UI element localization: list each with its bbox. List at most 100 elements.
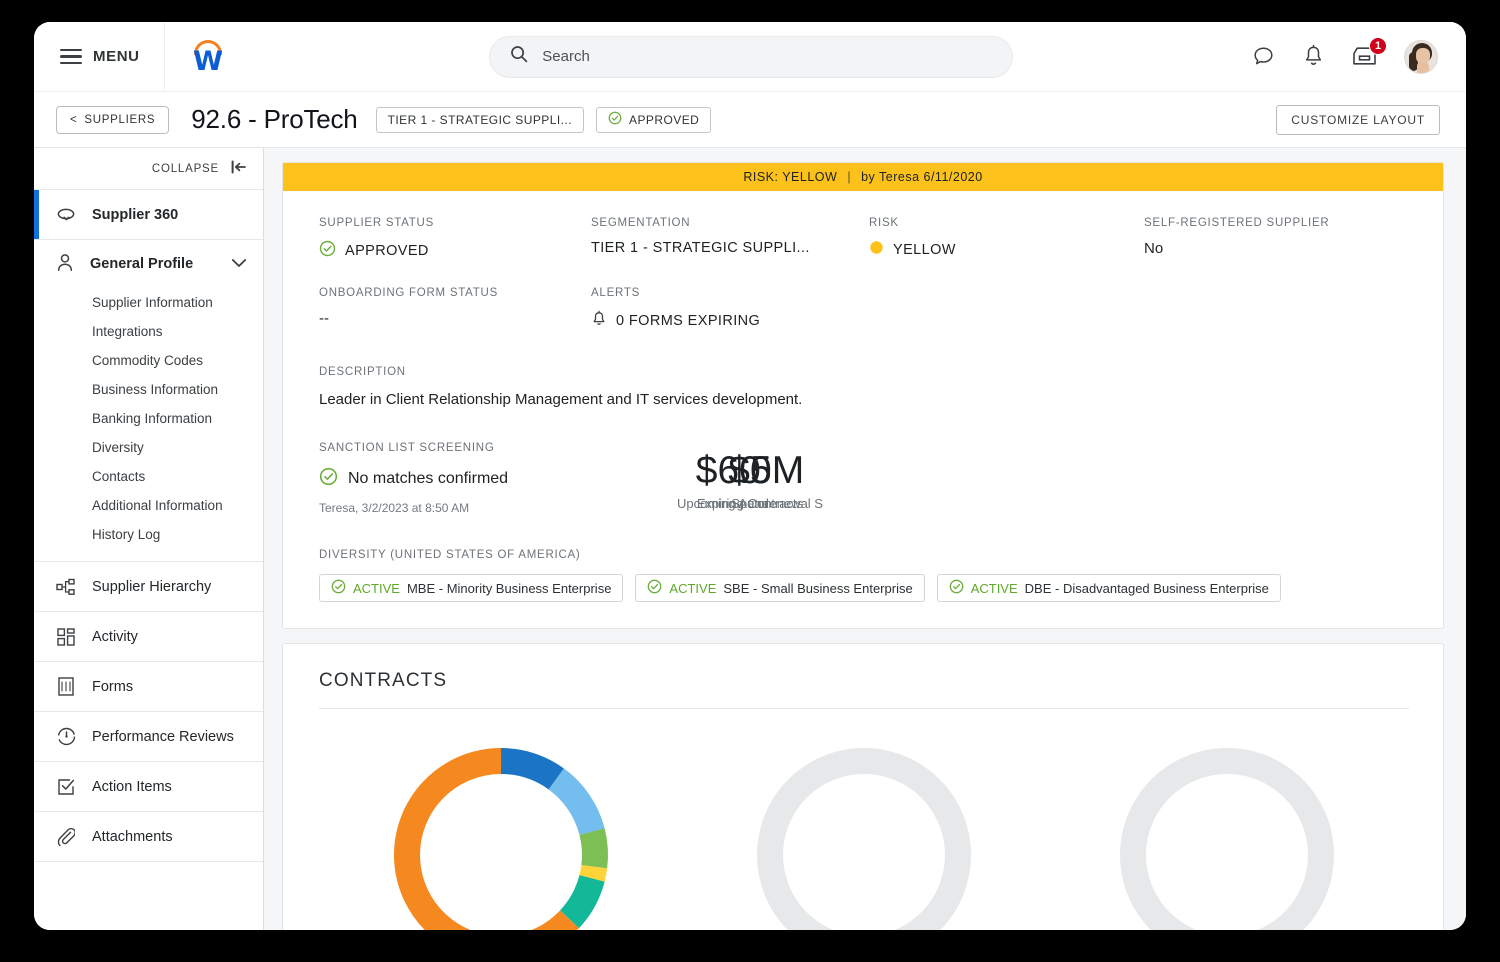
sidebar-group-general-profile[interactable]: General Profile bbox=[34, 240, 263, 288]
description-text: Leader in Client Relationship Management… bbox=[319, 391, 1409, 408]
field-label: SELF-REGISTERED SUPPLIER bbox=[1144, 217, 1409, 229]
segmentation-chip[interactable]: TIER 1 - STRATEGIC SUPPLI... bbox=[376, 107, 584, 133]
contracts-donuts: $6.5M Spend $0 Upcoming Autorenewal bbox=[319, 709, 1409, 930]
check-circle-icon bbox=[331, 579, 346, 597]
risk-banner-text: RISK: YELLOW bbox=[743, 170, 837, 184]
donut-upcoming-autorenewal[interactable]: $0 Upcoming Autorenewal S bbox=[682, 741, 1045, 930]
donut-spend[interactable]: $6.5M Spend bbox=[319, 741, 682, 930]
field-value: -- bbox=[319, 310, 591, 327]
sidebar-item-supplier-information[interactable]: Supplier Information bbox=[34, 288, 263, 317]
sidebar-item-supplier-hierarchy[interactable]: Supplier Hierarchy bbox=[34, 562, 263, 612]
description-section: DESCRIPTION Leader in Client Relationshi… bbox=[319, 366, 1409, 408]
sidebar-item-banking-information[interactable]: Banking Information bbox=[34, 404, 263, 433]
sidebar: COLLAPSE Supplier 360 General Profile bbox=[34, 148, 264, 930]
chevron-left-icon: < bbox=[70, 114, 77, 126]
search-placeholder: Search bbox=[542, 48, 590, 65]
check-circle-icon bbox=[949, 579, 964, 597]
donut-chart-expiring bbox=[1113, 741, 1341, 930]
field-value-text: 0 FORMS EXPIRING bbox=[616, 313, 760, 329]
diversity-badge-dbe[interactable]: ACTIVE DBE - Disadvantaged Business Ente… bbox=[937, 574, 1281, 602]
sidebar-item-business-information[interactable]: Business Information bbox=[34, 375, 263, 404]
field-alerts: ALERTS 0 FORMS EXPIRING bbox=[591, 287, 869, 332]
sidebar-item-activity[interactable]: Activity bbox=[34, 612, 263, 662]
donut-center-expiring: 0 Expiring Contracts bbox=[264, 451, 1466, 511]
field-value-text: APPROVED bbox=[345, 243, 429, 259]
risk-banner: RISK: YELLOW | by Teresa 6/11/2020 bbox=[283, 163, 1443, 191]
donut-chart-spend bbox=[387, 741, 615, 930]
sidebar-item-performance-reviews[interactable]: Performance Reviews bbox=[34, 712, 263, 762]
field-value-text: YELLOW bbox=[893, 242, 956, 258]
contracts-card: CONTRACTS bbox=[282, 643, 1444, 930]
sidebar-item-label: Attachments bbox=[92, 829, 173, 845]
field-self-registered-supplier: SELF-REGISTERED SUPPLIER No bbox=[1144, 217, 1409, 261]
yellow-dot-icon bbox=[869, 240, 884, 259]
search-icon bbox=[510, 45, 528, 68]
sidebar-item-supplier-360[interactable]: Supplier 360 bbox=[34, 190, 263, 240]
sidebar-item-label: Forms bbox=[92, 679, 133, 695]
field-segmentation: SEGMENTATION TIER 1 - STRATEGIC SUPPLI..… bbox=[591, 217, 869, 261]
sidebar-sub-items: Supplier Information Integrations Commod… bbox=[34, 288, 263, 562]
diversity-badge-mbe[interactable]: ACTIVE MBE - Minority Business Enterpris… bbox=[319, 574, 623, 602]
donut-caption: Expiring Contracts bbox=[264, 496, 1466, 511]
page-body: COLLAPSE Supplier 360 General Profile bbox=[34, 148, 1466, 930]
search-input[interactable]: Search bbox=[489, 36, 1013, 78]
sidebar-item-label: Performance Reviews bbox=[92, 729, 234, 745]
sidebar-item-integrations[interactable]: Integrations bbox=[34, 317, 263, 346]
field-value-text: No bbox=[1144, 240, 1163, 257]
field-supplier-status: SUPPLIER STATUS APPROVED bbox=[319, 217, 591, 261]
overview-body: SUPPLIER STATUS APPROVED SEGMENTATION bbox=[283, 191, 1443, 628]
header-actions: 1 bbox=[1251, 40, 1466, 74]
field-label: RISK bbox=[869, 217, 1144, 229]
page-title: 92.6 - ProTech bbox=[191, 104, 357, 135]
donut-svg-autorenewal bbox=[750, 741, 978, 930]
menu-button[interactable]: MENU bbox=[34, 22, 164, 92]
field-value-text: TIER 1 - STRATEGIC SUPPLI... bbox=[591, 240, 810, 256]
chat-icon[interactable] bbox=[1251, 44, 1276, 69]
diversity-badge-sbe[interactable]: ACTIVE SBE - Small Business Enterprise bbox=[635, 574, 924, 602]
sidebar-item-history-log[interactable]: History Log bbox=[34, 520, 263, 549]
hierarchy-icon bbox=[56, 578, 76, 596]
donut-svg-spend bbox=[387, 741, 615, 930]
field-value: No bbox=[1144, 240, 1409, 257]
customize-layout-button[interactable]: CUSTOMIZE LAYOUT bbox=[1276, 105, 1440, 135]
collapse-label: COLLAPSE bbox=[152, 163, 219, 175]
field-value-text: -- bbox=[319, 310, 329, 327]
global-header: MENU W Search 1 bbox=[34, 22, 1466, 92]
avatar[interactable] bbox=[1404, 40, 1438, 74]
field-value: 0 FORMS EXPIRING bbox=[591, 310, 869, 332]
person-icon bbox=[56, 253, 74, 276]
sidebar-item-label: Action Items bbox=[92, 779, 172, 795]
field-risk: RISK YELLOW bbox=[869, 217, 1144, 261]
field-value: APPROVED bbox=[319, 240, 591, 261]
diversity-badge-text: DBE - Disadvantaged Business Enterprise bbox=[1025, 581, 1269, 596]
field-value: TIER 1 - STRATEGIC SUPPLI... bbox=[591, 240, 869, 256]
sidebar-item-forms[interactable]: Forms bbox=[34, 662, 263, 712]
paperclip-icon bbox=[56, 827, 76, 846]
sidebar-item-commodity-codes[interactable]: Commodity Codes bbox=[34, 346, 263, 375]
supplier-360-icon bbox=[56, 207, 76, 223]
customize-layout-label: CUSTOMIZE LAYOUT bbox=[1291, 113, 1425, 127]
diversity-section: DIVERSITY (UNITED STATES OF AMERICA) ACT… bbox=[319, 549, 1409, 602]
donut-expiring-contracts[interactable]: 0 Expiring Contracts bbox=[1046, 741, 1409, 930]
description-label: DESCRIPTION bbox=[319, 366, 1409, 378]
supplier-overview-card: RISK: YELLOW | by Teresa 6/11/2020 SUPPL… bbox=[282, 162, 1444, 629]
check-circle-icon bbox=[608, 111, 622, 128]
back-button-label: SUPPLIERS bbox=[84, 114, 155, 126]
contracts-title: CONTRACTS bbox=[319, 670, 1409, 709]
sidebar-item-attachments[interactable]: Attachments bbox=[34, 812, 263, 862]
search-container: Search bbox=[252, 36, 1251, 78]
check-circle-icon bbox=[647, 579, 662, 597]
diversity-badge-state: ACTIVE bbox=[971, 581, 1018, 596]
field-label: SUPPLIER STATUS bbox=[319, 217, 591, 229]
status-chip[interactable]: APPROVED bbox=[596, 107, 711, 133]
back-to-suppliers-button[interactable]: < SUPPLIERS bbox=[56, 106, 169, 134]
workday-logo[interactable]: W bbox=[164, 22, 252, 92]
inbox-icon[interactable]: 1 bbox=[1351, 45, 1378, 68]
bell-icon[interactable] bbox=[1302, 44, 1325, 69]
diversity-label: DIVERSITY (UNITED STATES OF AMERICA) bbox=[319, 549, 1409, 561]
check-circle-icon bbox=[319, 240, 336, 261]
risk-banner-byline: by Teresa 6/11/2020 bbox=[861, 170, 983, 184]
sidebar-item-action-items[interactable]: Action Items bbox=[34, 762, 263, 812]
collapse-sidebar-button[interactable]: COLLAPSE bbox=[34, 148, 263, 190]
grid-icon bbox=[56, 628, 76, 646]
